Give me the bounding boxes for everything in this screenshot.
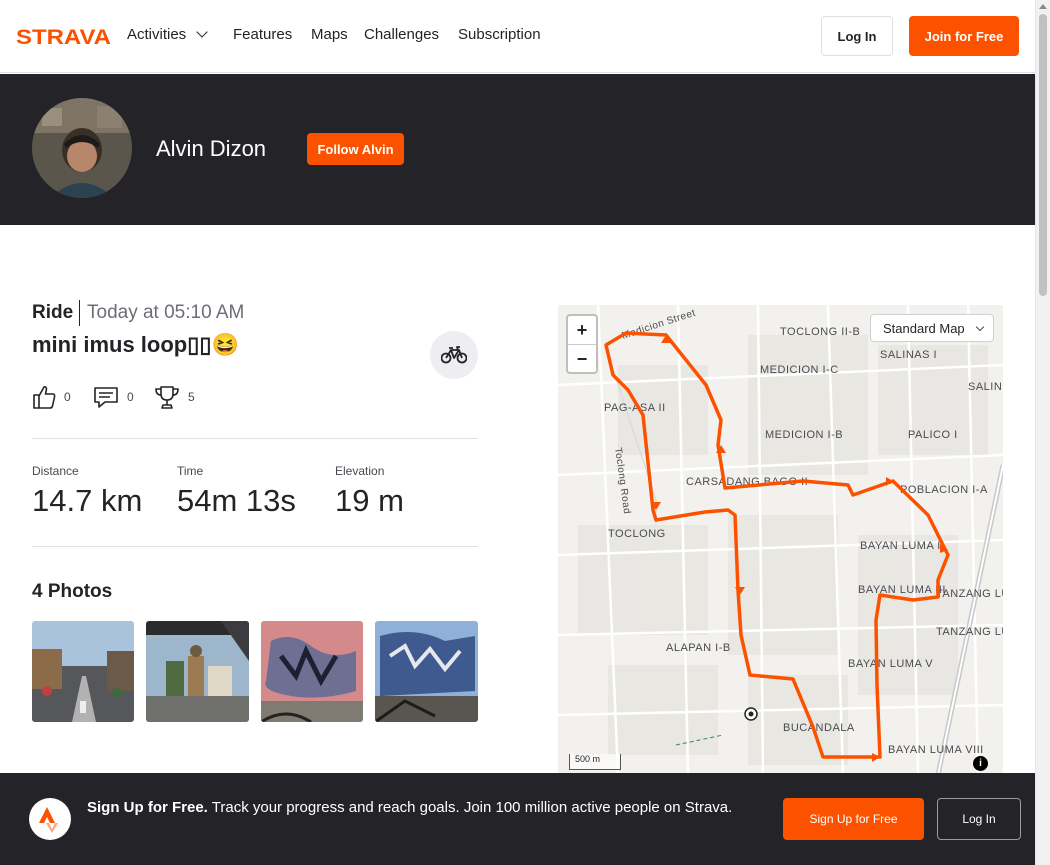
nav-activities[interactable]: Activities [127,26,208,43]
strava-mark-icon [29,798,71,840]
nav-challenges-label: Challenges [364,26,440,43]
avatar[interactable] [32,98,132,198]
photo-street [32,621,134,722]
map-info-button[interactable]: i [973,756,988,771]
time-value: 54m 13s [177,483,296,518]
map-label: BAYAN LUMA V [848,658,933,670]
nav-subscription-label: Subscription [458,26,541,43]
signup-button[interactable]: Sign Up for Free [783,798,924,840]
map-label: MEDICION I-C [760,364,839,376]
scroll-up-arrow-icon[interactable] [1039,4,1047,9]
zoom-controls: + − [566,314,598,374]
comment-icon [94,387,118,408]
zoom-out-button[interactable]: − [568,345,596,373]
stats-divider-bottom [32,546,478,547]
photo-graffiti [261,621,363,722]
stats-divider-top [32,438,478,439]
map-label: BUCANDALA [783,722,855,734]
photo-thumbnail[interactable] [32,621,134,722]
map-scale: 500 m [569,754,621,770]
signup-body: Track your progress and reach goals. Joi… [211,799,733,816]
map-label: SALINAS I [880,349,937,361]
map-label: TOCLONG [608,528,666,540]
map-label: BAYAN LUMA VIII [888,744,984,756]
kudos-count: 0 [64,390,71,404]
map-label: ALAPAN I-B [666,642,731,654]
photo-monument [146,621,249,722]
map-label: SALIN [968,381,1002,393]
elevation-value: 19 m [335,483,404,518]
athlete-banner: Alvin Dizon Follow Alvin [0,74,1035,225]
photo-thumbnail[interactable] [261,621,363,722]
logo-text: STRAVA [16,26,111,46]
nav-maps-label: Maps [311,26,348,43]
comments-count: 0 [127,390,134,404]
cta-login-button[interactable]: Log In [937,798,1021,840]
join-button[interactable]: Join for Free [909,16,1019,56]
map-label: TOCLONG II-B [780,326,860,338]
signup-headline: Sign Up for Free. [87,799,208,816]
strava-chevron-icon [39,807,58,833]
map-canvas: Medicion Street TOCLONG II-B SALINAS I S… [558,305,1003,775]
achievements-button[interactable]: 5 [154,384,195,410]
activity-title: mini imus loop▯▯😆 [32,332,239,357]
nav-features-label: Features [233,26,293,43]
chevron-down-icon [975,322,984,331]
login-button[interactable]: Log In [821,16,893,56]
kudos-button[interactable]: 0 [32,384,71,410]
thumbs-up-icon [33,385,56,409]
activity-page: STRAVA Activities Features Maps Challeng… [0,0,1050,865]
map-label: TANZANG LUMA III [936,588,1003,600]
trophy-icon [155,386,179,409]
photo-mural [375,621,478,722]
nav-subscription[interactable]: Subscription [458,26,541,43]
follow-button[interactable]: Follow Alvin [307,133,404,165]
map-label: MEDICION I-B [765,429,843,441]
map-label: BAYAN LUMA III [858,584,946,596]
signup-message: Sign Up for Free. Track your progress an… [87,797,757,819]
map-label: TANZANG LUMA IV [936,626,1003,638]
zoom-in-button[interactable]: + [568,316,596,344]
page-scrollbar[interactable] [1035,0,1050,865]
map-style-label: Standard Map [883,320,965,336]
achievements-count: 5 [188,390,195,404]
bike-icon [441,346,467,364]
athlete-name[interactable]: Alvin Dizon [156,136,266,162]
signup-banner: Sign Up for Free. Track your progress an… [0,773,1035,865]
scroll-thumb[interactable] [1039,14,1047,296]
photo-thumbnail[interactable] [375,621,478,722]
distance-label: Distance [32,464,79,478]
activity-type: Ride [32,302,74,323]
photo-thumbnail[interactable] [146,621,249,722]
comments-button[interactable]: 0 [93,384,134,410]
map-style-select[interactable]: Standard Map [870,314,994,342]
nav-activities-label: Activities [127,26,187,43]
chevron-down-icon [196,26,208,38]
map-label: POBLACION I-A [900,484,988,496]
strava-logo[interactable]: STRAVA [16,26,111,46]
header-divider [79,300,80,326]
route-map[interactable]: Medicion Street TOCLONG II-B SALINAS I S… [558,305,1003,775]
activity-date: Today at 05:10 AM [87,302,245,323]
elevation-label: Elevation [335,464,385,478]
distance-value: 14.7 km [32,483,143,518]
map-label: BAYAN LUMA I [860,540,941,552]
top-navigation: STRAVA Activities Features Maps Challeng… [0,0,1035,73]
avatar-photo [32,98,132,198]
sport-badge [430,331,478,379]
nav-features[interactable]: Features [233,26,292,43]
nav-maps[interactable]: Maps [311,26,348,43]
photos-title: 4 Photos [32,581,113,602]
map-label: PALICO I [908,429,958,441]
nav-challenges[interactable]: Challenges [364,26,439,43]
time-label: Time [177,464,204,478]
